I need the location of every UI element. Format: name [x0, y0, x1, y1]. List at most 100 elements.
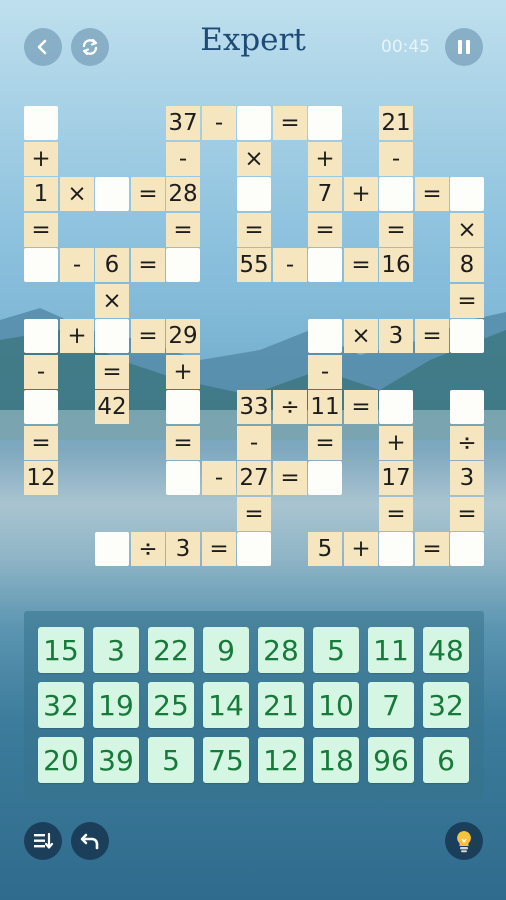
number-tile[interactable]: 75: [203, 737, 249, 783]
operator-cell: =: [379, 497, 413, 531]
number-tile[interactable]: 5: [313, 627, 359, 673]
empty-slot[interactable]: [308, 106, 342, 140]
number-tile[interactable]: 9: [203, 627, 249, 673]
empty-slot[interactable]: [95, 177, 129, 211]
operator-cell: -: [273, 248, 307, 282]
hint-button[interactable]: [445, 822, 483, 860]
operator-cell: =: [379, 213, 413, 247]
empty-slot[interactable]: [450, 177, 484, 211]
number-tile[interactable]: 48: [423, 627, 469, 673]
undo-button[interactable]: [71, 822, 109, 860]
empty-slot[interactable]: [237, 177, 271, 211]
empty-slot[interactable]: [95, 319, 129, 353]
operator-cell: =: [308, 213, 342, 247]
empty-slot[interactable]: [166, 390, 200, 424]
lightbulb-icon: [457, 831, 471, 853]
number-cell: 5: [308, 532, 342, 566]
empty-slot[interactable]: [379, 390, 413, 424]
number-tile[interactable]: 20: [38, 737, 84, 783]
empty-slot[interactable]: [308, 319, 342, 353]
empty-slot[interactable]: [24, 248, 58, 282]
number-cell: 42: [95, 390, 129, 424]
empty-slot[interactable]: [450, 532, 484, 566]
operator-cell: +: [24, 142, 58, 176]
operator-cell: =: [273, 106, 307, 140]
empty-slot[interactable]: [379, 532, 413, 566]
number-tile[interactable]: 6: [423, 737, 469, 783]
operator-cell: ÷: [131, 532, 165, 566]
operator-cell: =: [344, 248, 378, 282]
operator-cell: =: [166, 213, 200, 247]
operator-cell: -: [166, 142, 200, 176]
number-tile[interactable]: 11: [368, 627, 414, 673]
empty-slot[interactable]: [24, 319, 58, 353]
operator-cell: -: [308, 355, 342, 389]
sort-list-icon: [34, 832, 54, 849]
operator-cell: ÷: [273, 390, 307, 424]
operator-cell: +: [344, 532, 378, 566]
operator-cell: ×: [344, 319, 378, 353]
operator-cell: =: [166, 426, 200, 460]
empty-slot[interactable]: [450, 319, 484, 353]
operator-cell: =: [202, 532, 236, 566]
operator-cell: =: [95, 355, 129, 389]
empty-slot[interactable]: [450, 390, 484, 424]
empty-slot[interactable]: [24, 106, 58, 140]
number-cell: 12: [24, 461, 58, 495]
number-tile[interactable]: 3: [93, 627, 139, 673]
operator-cell: -: [202, 106, 236, 140]
operator-cell: =: [415, 532, 449, 566]
empty-slot[interactable]: [308, 461, 342, 495]
number-tile[interactable]: 19: [93, 682, 139, 728]
operator-cell: -: [60, 248, 94, 282]
number-tile[interactable]: 39: [93, 737, 139, 783]
number-tile[interactable]: 32: [423, 682, 469, 728]
operator-cell: =: [24, 213, 58, 247]
empty-slot[interactable]: [237, 106, 271, 140]
undo-icon: [80, 833, 99, 850]
operator-cell: =: [237, 497, 271, 531]
operator-cell: =: [344, 390, 378, 424]
operator-cell: -: [379, 142, 413, 176]
number-tile[interactable]: 96: [368, 737, 414, 783]
number-tile[interactable]: 18: [313, 737, 359, 783]
empty-slot[interactable]: [379, 177, 413, 211]
operator-cell: =: [24, 426, 58, 460]
operator-cell: +: [308, 142, 342, 176]
number-tile[interactable]: 25: [148, 682, 194, 728]
number-cell: 55: [237, 248, 271, 282]
operator-cell: +: [166, 355, 200, 389]
number-tile[interactable]: 28: [258, 627, 304, 673]
number-tile[interactable]: 7: [368, 682, 414, 728]
operator-cell: =: [415, 319, 449, 353]
number-tile[interactable]: 14: [203, 682, 249, 728]
operator-cell: ÷: [450, 426, 484, 460]
empty-slot[interactable]: [95, 532, 129, 566]
operator-cell: =: [450, 284, 484, 318]
number-tile[interactable]: 12: [258, 737, 304, 783]
number-tile[interactable]: 22: [148, 627, 194, 673]
number-cell: 28: [166, 177, 200, 211]
empty-slot[interactable]: [166, 461, 200, 495]
number-cell: 29: [166, 319, 200, 353]
number-tile[interactable]: 10: [313, 682, 359, 728]
number-tile[interactable]: 15: [38, 627, 84, 673]
operator-cell: -: [202, 461, 236, 495]
number-cell: 1: [24, 177, 58, 211]
empty-slot[interactable]: [166, 248, 200, 282]
empty-slot[interactable]: [24, 390, 58, 424]
operator-cell: =: [131, 319, 165, 353]
operator-cell: =: [415, 177, 449, 211]
number-tile[interactable]: 5: [148, 737, 194, 783]
number-cell: 33: [237, 390, 271, 424]
number-cell: 37: [166, 106, 200, 140]
empty-slot[interactable]: [237, 532, 271, 566]
puzzle-board: +1 × = 28 37- = - × +21-7 + = = = = = = × -6 = 55- = 16 8 × = + = 2…: [0, 0, 506, 600]
number-tile[interactable]: 32: [38, 682, 84, 728]
number-cell: 3: [166, 532, 200, 566]
number-tile[interactable]: 21: [258, 682, 304, 728]
sort-tiles-button[interactable]: [24, 822, 62, 860]
operator-cell: =: [237, 213, 271, 247]
number-cell: 27: [237, 461, 271, 495]
empty-slot[interactable]: [308, 248, 342, 282]
